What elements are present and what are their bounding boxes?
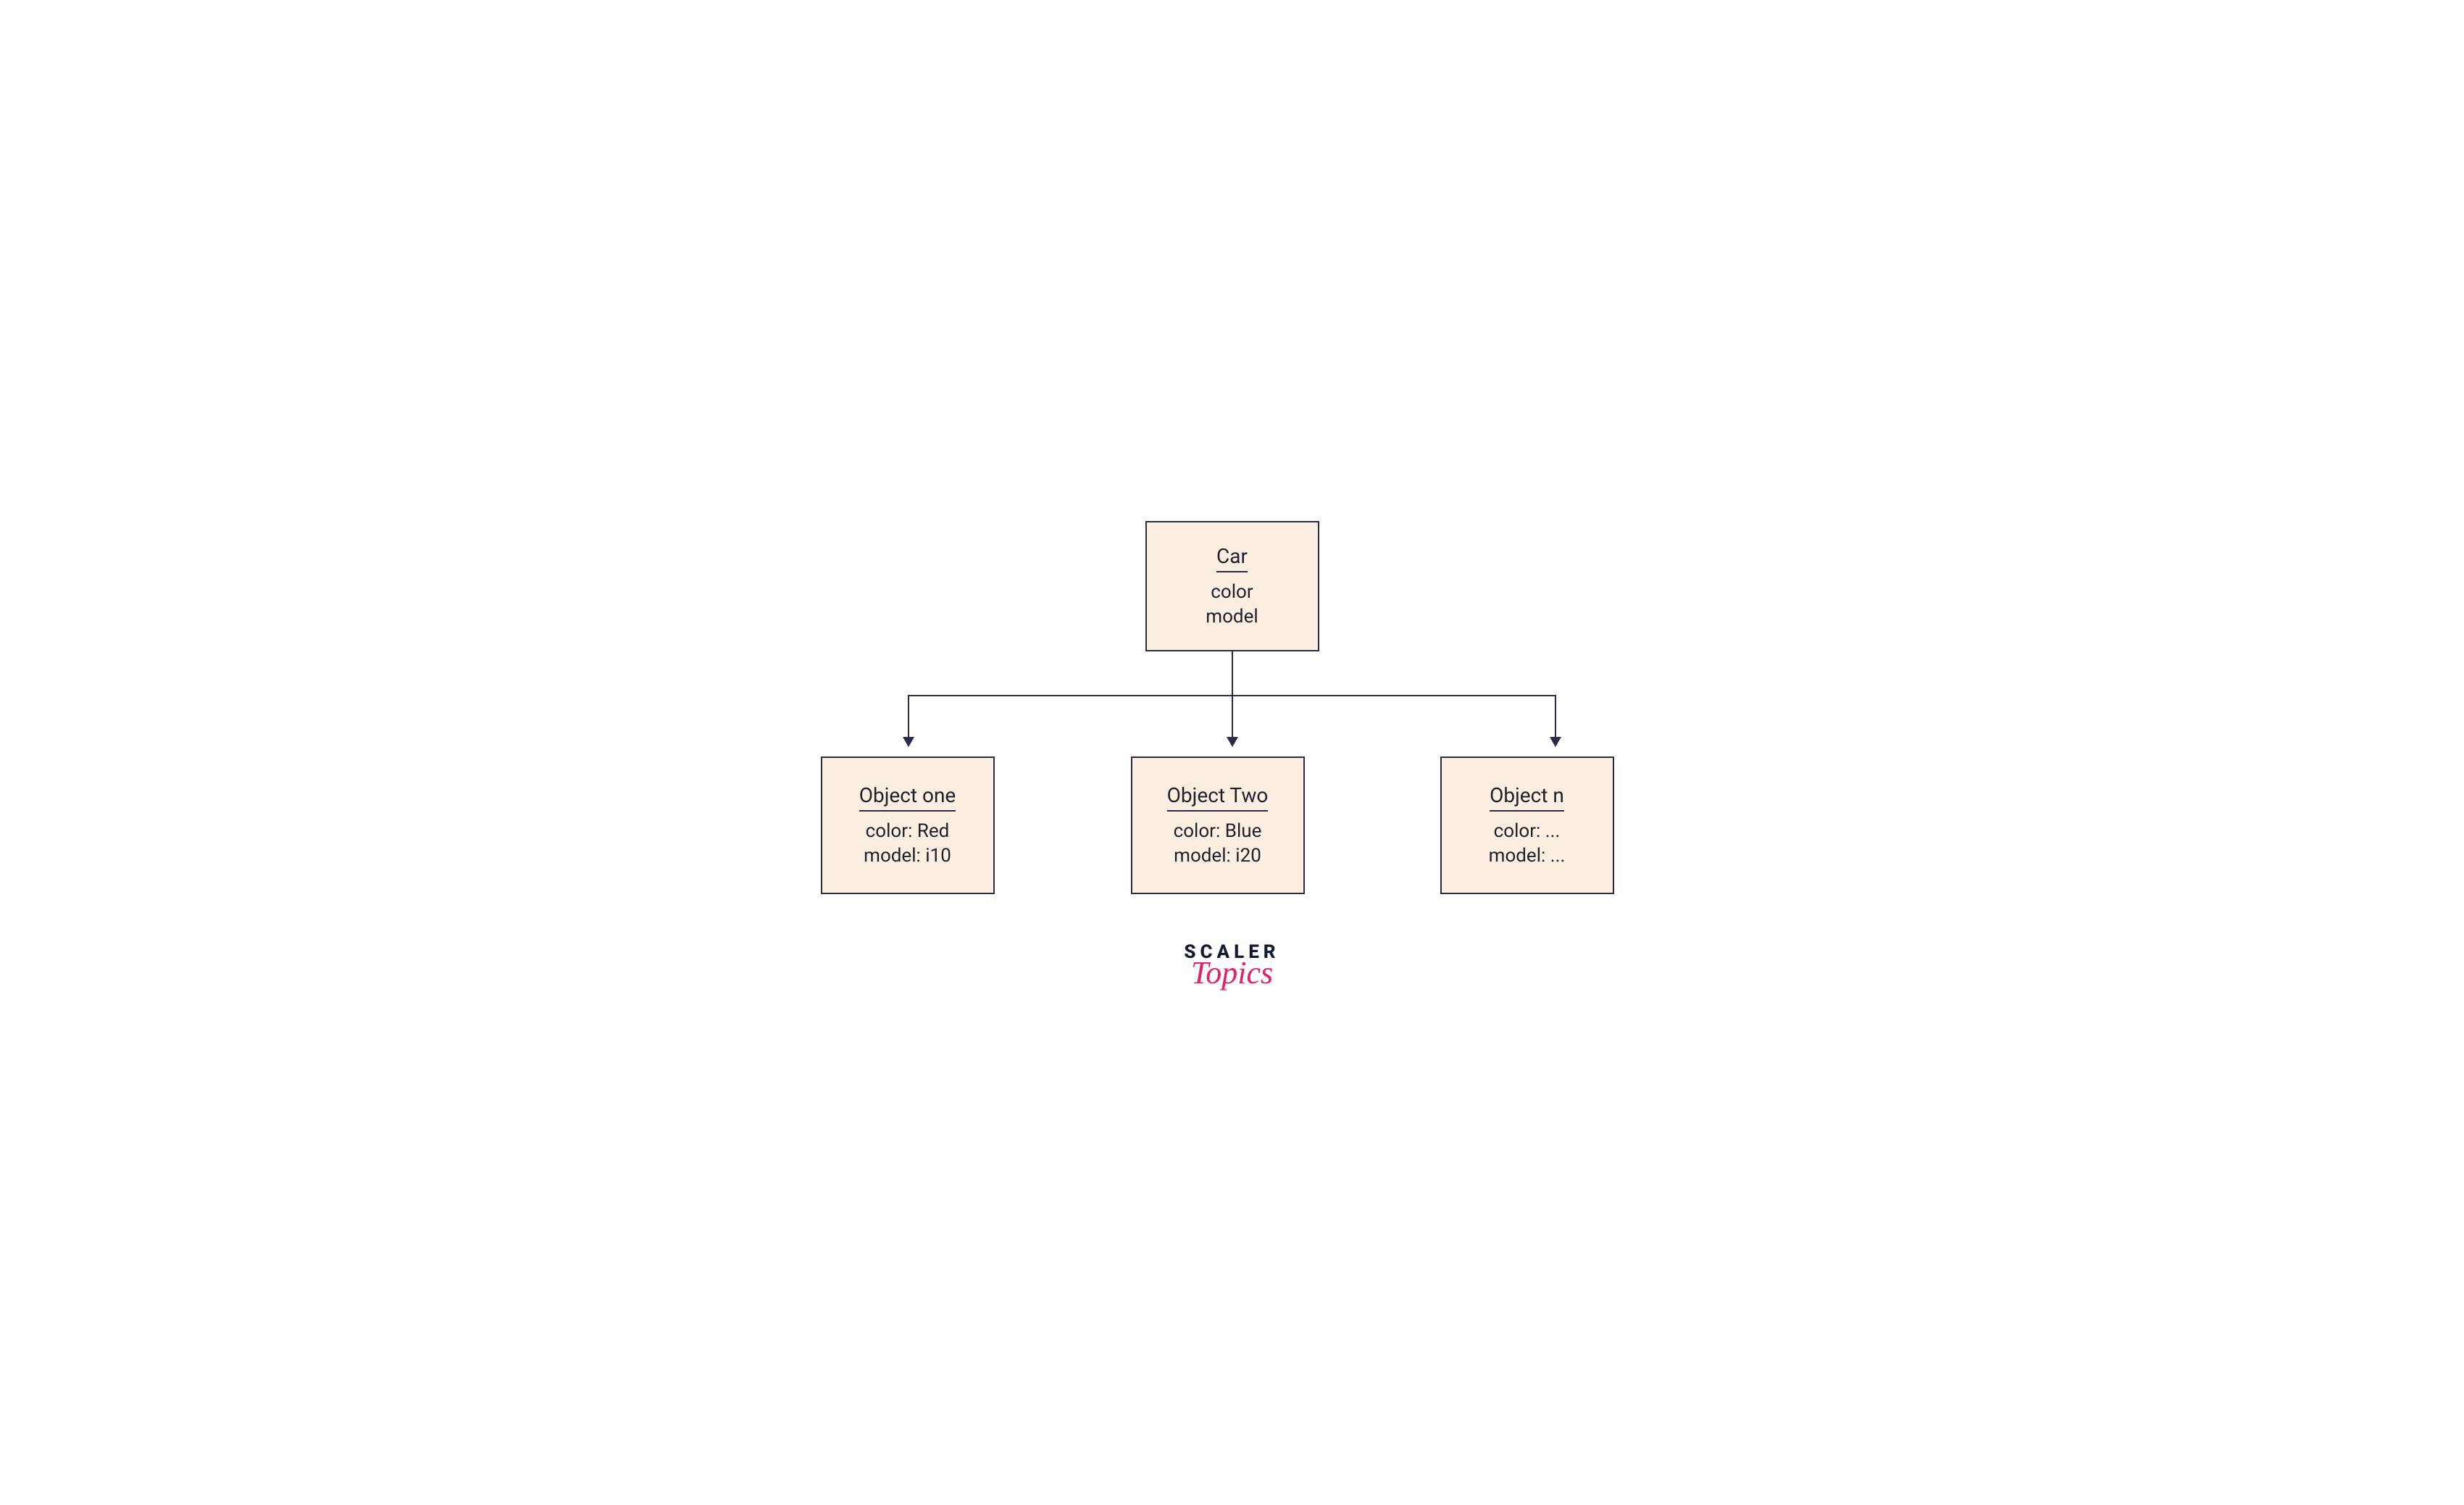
arrowhead-icon [903, 737, 914, 747]
scaler-topics-logo: SCALER Topics [1184, 941, 1279, 985]
connector-line [1232, 695, 1233, 738]
object-attrs: color: Red model: i10 [864, 820, 951, 867]
class-title: Car [1216, 544, 1248, 572]
object-title: Object Two [1167, 783, 1269, 812]
object-attr: color: Red [866, 820, 950, 842]
object-attrs: color: ... model: ... [1489, 820, 1566, 867]
connector-line [908, 695, 909, 738]
object-title: Object n [1490, 783, 1564, 812]
object-title: Object one [859, 783, 956, 812]
object-box-one: Object one color: Red model: i10 [821, 756, 995, 894]
class-box-car: Car color model [1145, 521, 1319, 651]
object-attr: color: ... [1494, 820, 1561, 842]
logo-line-topics: Topics [1184, 960, 1279, 985]
diagram-stage: Car color model Object one color: Red mo… [723, 441, 1742, 1064]
connector-line [1232, 651, 1233, 695]
class-attr: color [1211, 581, 1253, 603]
object-attr: color: Blue [1174, 820, 1262, 842]
object-box-two: Object Two color: Blue model: i20 [1131, 756, 1305, 894]
object-attr: model: i20 [1174, 845, 1261, 867]
connector-line [1555, 695, 1556, 738]
class-attrs: color model [1206, 581, 1258, 628]
object-attr: model: i10 [864, 845, 951, 867]
arrowhead-icon [1550, 737, 1561, 747]
object-attrs: color: Blue model: i20 [1174, 820, 1262, 867]
class-attr: model [1206, 606, 1258, 628]
object-box-n: Object n color: ... model: ... [1440, 756, 1614, 894]
object-attr: model: ... [1489, 845, 1566, 867]
arrowhead-icon [1227, 737, 1238, 747]
